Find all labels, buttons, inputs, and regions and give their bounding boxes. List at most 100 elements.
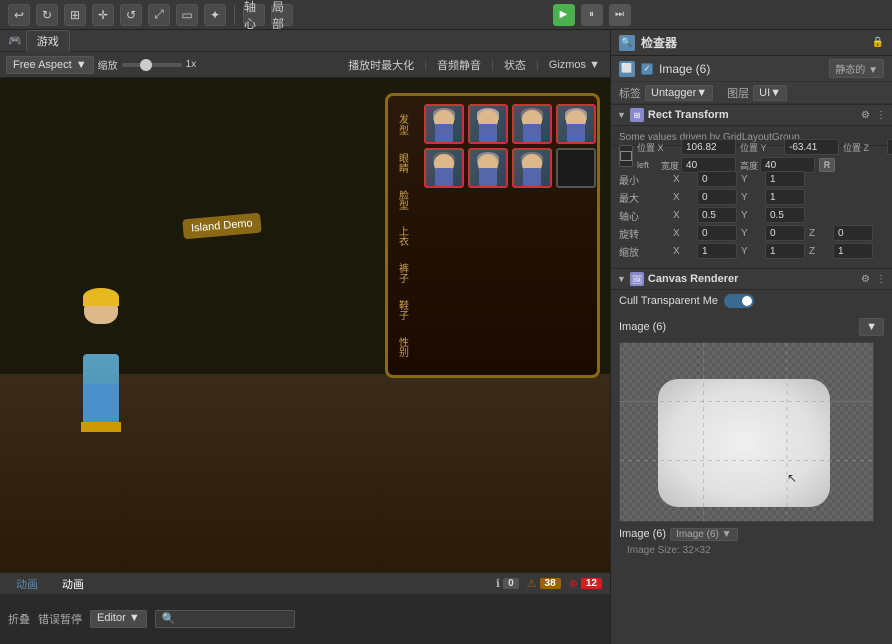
- anchor-max-row: 最大 X 0 Y 1: [619, 188, 884, 206]
- inspector-header: 🔍 检查器 🔒: [611, 30, 892, 56]
- static-arrow: ▼: [868, 65, 878, 76]
- scene-view[interactable]: 发型 眼睛 脸型 上衣 裤子 鞋子 性别: [0, 78, 610, 572]
- r-button[interactable]: R: [819, 158, 835, 172]
- scale-z[interactable]: 1: [833, 243, 873, 259]
- warn-count[interactable]: 38: [540, 578, 561, 589]
- pivot-y-text: 0.5: [770, 210, 784, 221]
- scale-btn[interactable]: ⤢: [148, 4, 170, 26]
- gizmos-label: Gizmos: [549, 59, 586, 71]
- cull-thumb: [742, 296, 752, 306]
- gizmos-btn[interactable]: Gizmos ▼: [545, 59, 604, 71]
- rect-more-icon[interactable]: ⋮: [876, 110, 886, 121]
- rot-y[interactable]: 0: [765, 225, 805, 241]
- step-button[interactable]: ⏭: [609, 4, 631, 26]
- state-btn[interactable]: 状态: [500, 57, 530, 73]
- image-dropdown[interactable]: ▼: [859, 318, 884, 336]
- move-btn[interactable]: ✛: [92, 4, 114, 26]
- pos-z-value[interactable]: 0: [887, 139, 892, 155]
- rot-z[interactable]: 0: [833, 225, 873, 241]
- fold-label[interactable]: 折叠: [8, 611, 30, 627]
- lock-icon[interactable]: 🔒: [872, 37, 884, 49]
- anchor-max-y-label: Y: [741, 192, 761, 203]
- select-btn[interactable]: ⊞: [64, 4, 86, 26]
- scale-z-label: Z: [809, 246, 829, 257]
- sep3: |: [536, 59, 539, 71]
- scale-x[interactable]: 1: [697, 243, 737, 259]
- image-name-badge-text: Image (6): [676, 529, 719, 540]
- pivot-label: 轴心: [619, 208, 669, 223]
- error-pause-label[interactable]: 错误暂停: [38, 611, 82, 627]
- avatar-4-body: [567, 124, 585, 142]
- zoom-value: 1x: [186, 59, 197, 70]
- image-name-label: Image (6): [619, 528, 666, 540]
- rotate-btn[interactable]: ↺: [120, 4, 142, 26]
- pos-y-value[interactable]: -63.41: [784, 139, 839, 155]
- aspect-dropdown[interactable]: Free Aspect ▼: [6, 56, 94, 74]
- zoom-label: 缩放: [98, 57, 118, 72]
- editor-dropdown[interactable]: Editor ▼: [90, 610, 147, 628]
- avatar-2-body: [479, 124, 497, 142]
- char-slot-7[interactable]: [512, 148, 552, 188]
- cull-toggle[interactable]: [724, 294, 754, 308]
- anchor-min-x[interactable]: 0: [697, 171, 737, 187]
- char-slot-2[interactable]: [468, 104, 508, 144]
- editor-label: Editor: [97, 612, 126, 624]
- char-slot-5[interactable]: [424, 148, 464, 188]
- rot-x[interactable]: 0: [697, 225, 737, 241]
- canvas-settings-icon[interactable]: ⚙: [861, 274, 870, 285]
- char-slot-6[interactable]: [468, 148, 508, 188]
- char-slot-4[interactable]: [556, 104, 596, 144]
- mute-btn[interactable]: 音频静音: [433, 57, 485, 73]
- info-count[interactable]: 0: [503, 578, 519, 589]
- image-name-badge[interactable]: Image (6) ▼: [670, 528, 737, 541]
- transform-btn[interactable]: ✦: [204, 4, 226, 26]
- pause-button[interactable]: ⏸: [581, 4, 603, 26]
- pos-y-label: 位置 Y: [740, 141, 780, 154]
- char-slot-8[interactable]: [556, 148, 596, 188]
- rect-btn[interactable]: ▭: [176, 4, 198, 26]
- animation-tab-label[interactable]: 动画: [54, 574, 92, 594]
- scale-y[interactable]: 1: [765, 243, 805, 259]
- err-count[interactable]: 12: [581, 578, 602, 589]
- static-label: 静态的: [835, 65, 865, 76]
- game-tab[interactable]: 游戏: [26, 30, 70, 52]
- anchor-max-y[interactable]: 1: [765, 189, 805, 205]
- sep2: |: [491, 59, 494, 71]
- canvas-renderer-header[interactable]: ▼ 🖼 Canvas Renderer ⚙ ⋮: [611, 268, 892, 290]
- component-active-checkbox[interactable]: ✓: [641, 63, 653, 75]
- cat-top: 上衣: [395, 226, 410, 246]
- redo-btn[interactable]: ↻: [36, 4, 58, 26]
- tag-value[interactable]: Untagger ▼: [645, 85, 713, 101]
- local-btn[interactable]: 局部: [271, 4, 293, 26]
- pivot-y[interactable]: 0.5: [765, 207, 805, 223]
- play-button[interactable]: ▶: [553, 4, 575, 26]
- anchor-min-y[interactable]: 1: [765, 171, 805, 187]
- pivot-x[interactable]: 0.5: [697, 207, 737, 223]
- rot-y-label: Y: [741, 228, 761, 239]
- anchor-min-y-text: 1: [770, 174, 776, 185]
- undo-btn[interactable]: ↩: [8, 4, 30, 26]
- err-count-container: ⊗ 12: [569, 577, 602, 590]
- char-slot-1[interactable]: [424, 104, 464, 144]
- rect-settings-icon[interactable]: ⚙: [861, 110, 870, 121]
- maximize-btn[interactable]: 播放时最大化: [344, 57, 418, 73]
- inspector-title: 检查器: [641, 34, 677, 51]
- rect-transform-header[interactable]: ▼ ⊞ Rect Transform ⚙ ⋮: [611, 104, 892, 126]
- image-name-row: Image (6) Image (6) ▼: [619, 522, 884, 544]
- anchor-max-x-label: X: [673, 192, 693, 203]
- layer-label: 图层: [727, 85, 749, 101]
- canvas-more-icon[interactable]: ⋮: [876, 274, 886, 285]
- cat-face: 脸型: [395, 190, 410, 210]
- pos-y-text: -63.41: [789, 142, 817, 153]
- console-search[interactable]: [155, 610, 295, 628]
- anchor-max-x[interactable]: 0: [697, 189, 737, 205]
- char-slot-3[interactable]: [512, 104, 552, 144]
- tag-value-text: Untagger: [651, 87, 696, 99]
- zoom-slider[interactable]: [122, 63, 182, 67]
- static-badge[interactable]: 静态的 ▼: [829, 59, 884, 78]
- cat-hair: 发型: [395, 114, 410, 136]
- pos-x-value[interactable]: 106.82: [681, 139, 736, 155]
- animation-tab[interactable]: 动画: [8, 574, 46, 594]
- layer-value[interactable]: UI ▼: [753, 85, 787, 101]
- axis-btn[interactable]: 轴心: [243, 4, 265, 26]
